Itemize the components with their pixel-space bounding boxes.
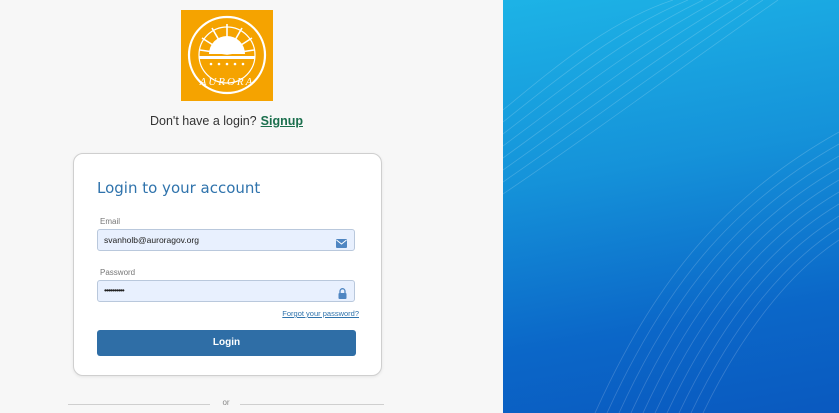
email-field[interactable]: svanholb@auroragov.org <box>97 229 355 251</box>
login-card: Login to your account Email svanholb@aur… <box>73 153 382 376</box>
password-label: Password <box>100 268 136 277</box>
divider-line-left <box>68 404 210 405</box>
email-label: Email <box>100 217 121 226</box>
envelope-icon <box>336 235 347 253</box>
login-card-title: Login to your account <box>97 179 261 197</box>
aurora-logo: AURORA <box>181 10 273 101</box>
or-text: or <box>222 398 230 407</box>
password-field[interactable]: •••••••••• <box>97 280 355 302</box>
signup-link[interactable]: Signup <box>261 114 303 128</box>
divider-line-right <box>240 404 384 405</box>
aurora-logo-text: AURORA <box>199 76 255 88</box>
login-panel: AURORA Don't have a login? Signup Login t… <box>0 0 503 413</box>
signup-prompt-text: Don't have a login? <box>150 114 257 128</box>
forgot-password-link[interactable]: Forgot your password? <box>282 309 359 318</box>
wave-pattern-graphic <box>503 0 839 413</box>
or-divider: or <box>68 398 384 410</box>
login-button[interactable]: Login <box>97 330 356 356</box>
decorative-blue-panel <box>503 0 839 413</box>
password-value: •••••••••• <box>104 285 125 295</box>
email-value: svanholb@auroragov.org <box>104 235 199 245</box>
lock-icon <box>338 286 347 304</box>
signup-prompt: Don't have a login? Signup <box>0 114 453 128</box>
